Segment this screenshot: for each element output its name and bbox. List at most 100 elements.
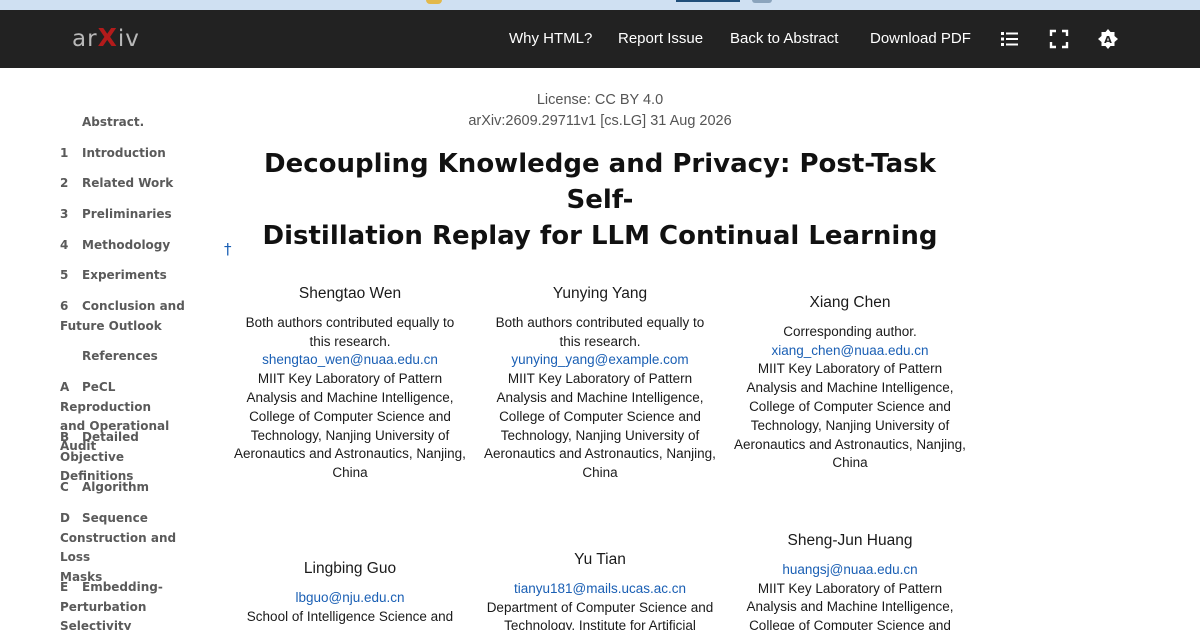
author-name: Shengtao Wen [298,285,402,302]
author-affiliation: Aeronautics and Astronautics, Nanjing, [234,446,466,462]
toc-number: 4 [60,238,69,252]
toc-number: 1 [60,146,69,160]
author-affiliation: China [832,455,868,471]
author-affiliation: Technology, Nanjing University of [500,427,700,443]
author-block: Yu Tian tianyu181@mails.ucas.ac.cn Depar… [480,551,720,630]
toc-label: Conclusion and [82,299,185,313]
toc-item-conclusion[interactable]: 6 Conclusion and Future Outlook [60,297,200,336]
author-name: Lingbing Guo [303,560,397,577]
author-affiliation: College of Computer Science and [749,398,951,414]
author-note: this research. [309,333,391,349]
toc-item-references[interactable]: References [82,347,205,367]
paper-title: Decoupling Knowledge and Privacy: Post-T… [230,146,970,254]
toc-label: Selectivity Diagnostic [60,619,132,630]
author-affiliation: MIIT Key Laboratory of Pattern [507,371,693,387]
author-affiliation: Technology, Nanjing University of [250,427,450,443]
author-note: Both authors contributed equally to [495,314,705,330]
toc-item-related-work[interactable]: 2 Related Work [60,174,200,194]
author-affiliation: MIIT Key Laboratory of Pattern [757,361,943,377]
report-issue-link[interactable]: Report Issue [618,30,703,47]
download-pdf-link[interactable]: Download PDF [870,30,971,47]
toc-item-experiments[interactable]: 5 Experiments [60,266,200,286]
author-block: Shengtao Wen Both authors contributed eq… [230,285,470,483]
author-affiliation: China [332,465,368,481]
toc-label: References [82,349,158,363]
svg-text:A: A [1104,35,1112,46]
logo-text-x: X [97,23,118,52]
arxiv-identifier: arXiv:2609.29711v1 [cs.LG] 31 Aug 2026 [468,113,732,129]
toc-label: Related Work [82,176,174,190]
top-navbar: arXiv Why HTML? Report Issue Back to Abs… [0,10,1200,68]
toc-number: D [60,511,70,525]
browser-notification-strip [0,0,1200,10]
author-name: Sheng-Jun Huang [787,532,913,549]
toc-label: Introduction [82,146,166,160]
author-email-link[interactable]: huangsj@nuaa.edu.cn [730,561,970,580]
toc-label: Algorithm [82,480,150,494]
logo-text-suffix: iv [117,26,140,52]
author-affiliation: Aeronautics and Astronautics, Nanjing, [484,446,716,462]
toc-item-introduction[interactable]: 1 Introduction [60,144,200,164]
toc-item-appendix-e[interactable]: E Embedding- Perturbation Selectivity Diagn… [60,578,200,630]
toc-number: B [60,430,70,444]
toc-label: Perturbation [60,599,147,614]
author-affiliation: Analysis and Machine Intelligence, [496,389,704,405]
author-affiliation: School of Intelligence Science and [246,608,454,624]
author-note: Corresponding author. [783,323,917,339]
author-affiliation: College of Computer Science and [749,618,951,630]
author-email-link[interactable]: tianyu181@mails.ucas.ac.cn [480,580,720,599]
toc-number: 6 [60,299,69,313]
arxiv-logo[interactable]: arXiv [72,23,140,52]
author-affiliation: MIIT Key Laboratory of Pattern [257,371,443,387]
toc-label: Abstract. [82,115,145,129]
toc-number: C [60,480,69,494]
theme-toggle-icon[interactable]: A [1097,28,1119,50]
author-affiliation: Analysis and Machine Intelligence, [746,380,954,396]
toc-item-preliminaries[interactable]: 3 Preliminaries [60,205,200,225]
author-affiliation: College of Computer Science and [499,408,701,424]
author-affiliation: Analysis and Machine Intelligence, [746,599,954,615]
author-affiliation: Analysis and Machine Intelligence, [246,389,454,405]
toc-item-abstract[interactable]: Abstract. [82,113,205,133]
author-block: Lingbing Guo lbguo@nju.edu.cn School of … [230,560,470,626]
author-affiliation: China [582,465,618,481]
strip-link[interactable] [676,0,740,2]
author-block: Sheng-Jun Huang huangsj@nuaa.edu.cn MIIT… [730,532,970,630]
author-affiliation: College of Computer Science and [249,408,451,424]
author-email-link[interactable]: yunying_yang@example.com [480,351,720,370]
author-name: Xiang Chen [809,294,891,311]
author-note: Both authors contributed equally to [245,314,455,330]
toc-label: Sequence [82,511,148,525]
toc-label: Preliminaries [82,207,172,221]
why-html-link[interactable]: Why HTML? [509,30,592,47]
toc-label: Methodology [82,238,171,252]
author-affiliation: Aeronautics and Astronautics, Nanjing, [734,436,966,452]
table-of-contents: Abstract. 1 Introduction 2 Related Work 3P… [0,68,205,630]
toc-number: 3 [60,207,69,221]
logo-text-prefix: ar [72,26,98,52]
toc-item-appendix-d[interactable]: D Sequence Construction and Loss Masks [60,509,200,587]
fullscreen-icon[interactable] [1048,28,1070,50]
toc-item-methodology[interactable]: 4 Methodology [60,236,200,256]
author-affiliation: MIIT Key Laboratory of Pattern [757,580,943,596]
author-email-link[interactable]: lbguo@nju.edu.cn [230,589,470,608]
toc-label: Experiments [82,268,167,282]
back-to-abstract-link[interactable]: Back to Abstract [730,30,838,47]
toc-label: Embedding- [82,580,163,594]
strip-close-icon[interactable] [752,0,772,3]
toc-number: A [60,380,70,394]
author-note: this research. [559,333,641,349]
paper-title-line: Decoupling Knowledge and Privacy: Post-T… [264,149,936,215]
footnote-dagger-link[interactable]: † [224,240,232,258]
paper-title-line: Distillation Replay for LLM Continual Le… [262,221,938,251]
emoji-icon [426,0,442,4]
toc-item-appendix-c[interactable]: C Algorithm [60,478,200,498]
author-affiliation: Technology, Nanjing University of [750,417,950,433]
author-block: Xiang Chen Corresponding author. xiang_c… [730,294,970,473]
author-email-link[interactable]: shengtao_wen@nuaa.edu.cn [230,351,470,370]
toc-list-icon[interactable] [999,28,1021,50]
author-block: Yunying Yang Both authors contributed eq… [480,285,720,483]
author-email-link[interactable]: xiang_chen@nuaa.edu.cn [730,342,970,361]
toc-label: Construction and Loss [60,530,177,565]
toc-label: Future Outlook [60,318,162,333]
